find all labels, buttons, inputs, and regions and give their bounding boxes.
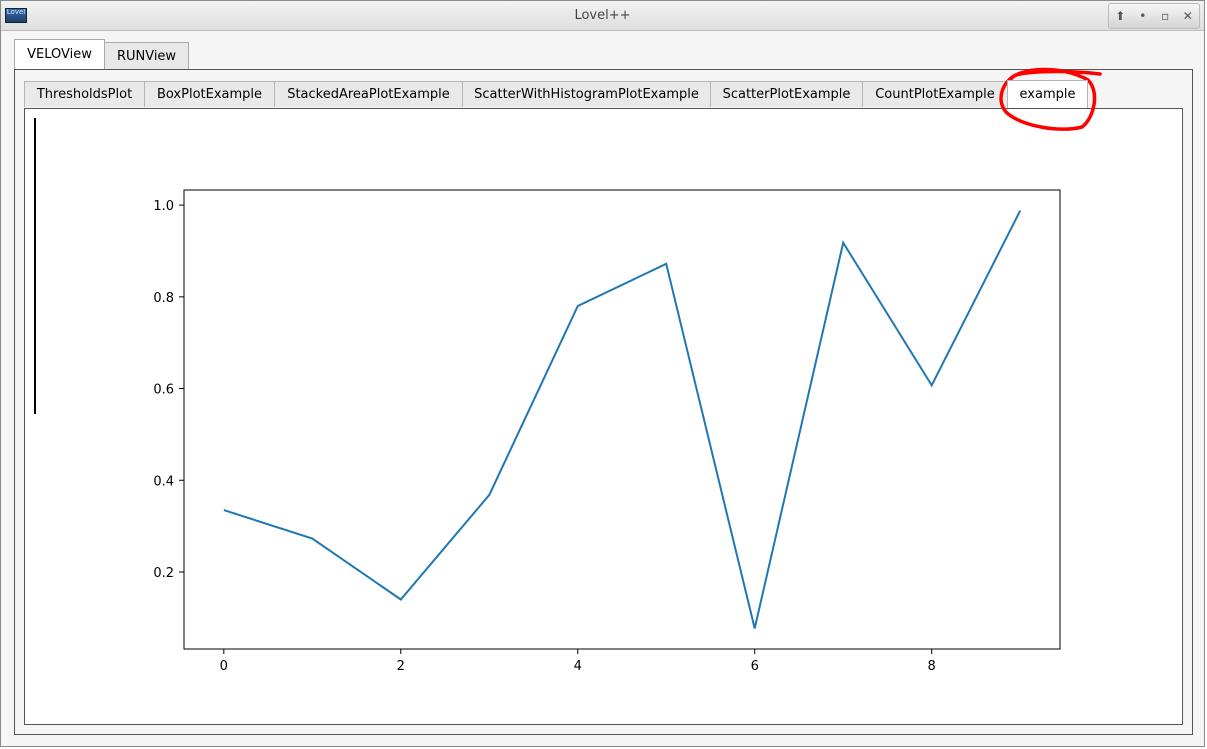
y-tick-label: 1.0 (153, 199, 174, 214)
tab-example[interactable]: example (1007, 80, 1088, 108)
y-tick-label: 0.4 (153, 474, 174, 489)
x-tick-label: 8 (928, 659, 936, 674)
x-tick-label: 2 (397, 659, 405, 674)
y-tick-label: 0.6 (153, 383, 174, 398)
axis-ticks: 0 2 4 6 8 0.2 0.4 0.6 0.8 1.0 (153, 199, 936, 674)
line-chart: 0 2 4 6 8 0.2 0.4 0.6 0.8 1.0 (153, 67, 1102, 674)
tab-veloview[interactable]: VELOView (14, 39, 105, 69)
y-tick-label: 0.2 (153, 566, 174, 581)
x-tick-label: 6 (751, 659, 759, 674)
x-tick-label: 4 (574, 659, 582, 674)
series-line (223, 210, 1022, 629)
plot-area-frame (183, 189, 1061, 650)
y-tick-label: 0.8 (153, 291, 174, 306)
x-tick-label: 0 (220, 659, 228, 674)
